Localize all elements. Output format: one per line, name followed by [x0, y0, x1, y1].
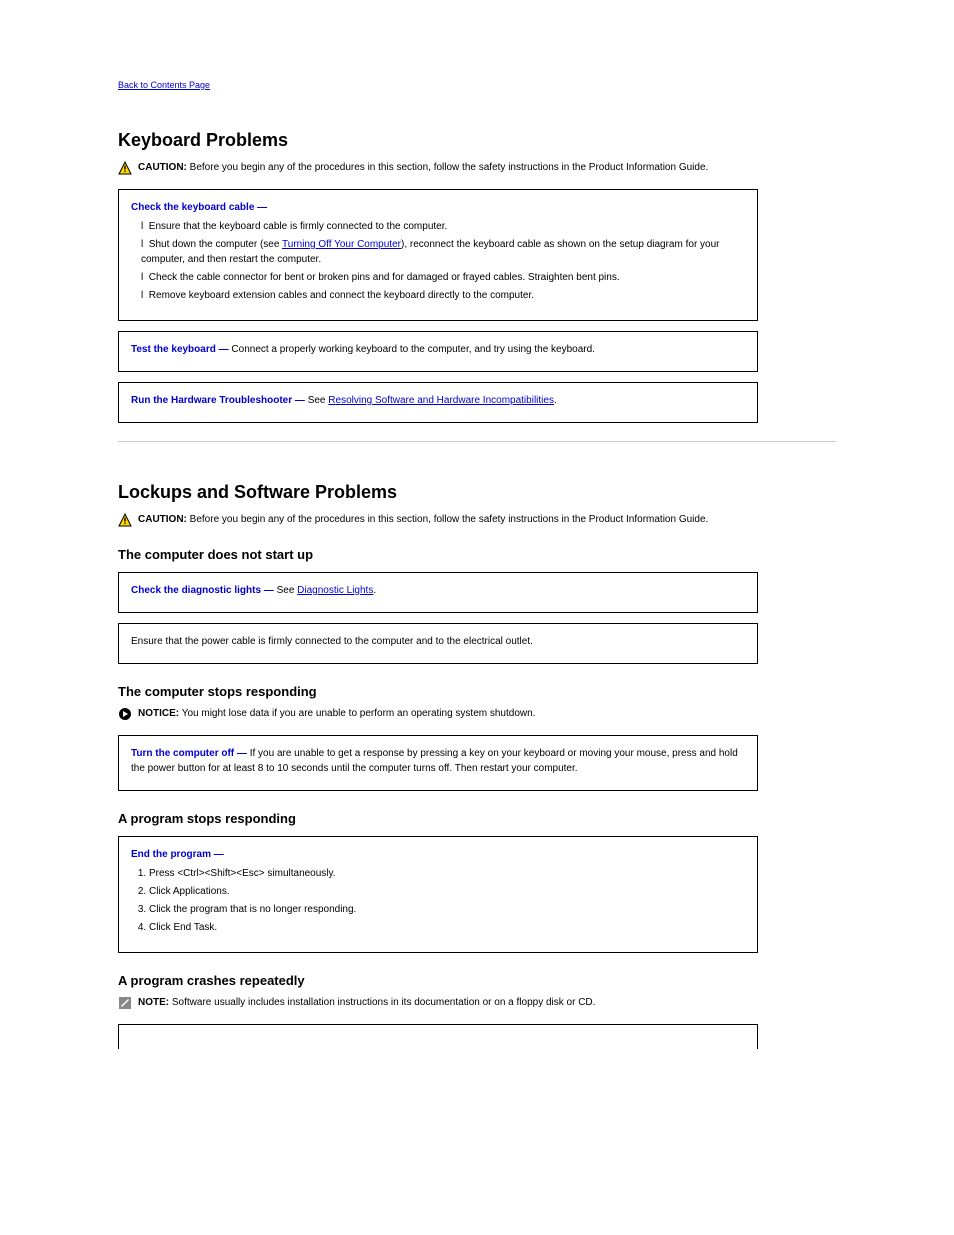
lead-check-diag-lights: Check the diagnostic lights —: [131, 585, 274, 596]
list-item: l Remove keyboard extension cables and c…: [131, 288, 745, 303]
notice-data-loss: NOTICE: You might lose data if you are u…: [118, 707, 836, 721]
subheading-program-crashes: A program crashes repeatedly: [118, 973, 836, 988]
list-item: l Ensure that the keyboard cable is firm…: [131, 219, 745, 234]
list-item: l Shut down the computer (see Turning Of…: [131, 237, 745, 267]
text-power-cable: Ensure that the power cable is firmly co…: [131, 636, 533, 647]
lead-check-keyboard-cable: Check the keyboard cable —: [131, 202, 267, 213]
note-body: Software usually includes installation i…: [172, 997, 596, 1008]
text-test-keyboard: Connect a properly working keyboard to t…: [231, 344, 595, 355]
notice-body: You might lose data if you are unable to…: [182, 708, 536, 719]
caution-icon: [118, 161, 132, 175]
note-label: NOTE:: [138, 997, 169, 1008]
notice-icon: [118, 707, 132, 721]
box-run-hardware-troubleshooter: Run the Hardware Troubleshooter — See Re…: [118, 382, 758, 423]
note-software-install: NOTE: Software usually includes installa…: [118, 996, 836, 1010]
document-page: Back to Contents Page Keyboard Problems …: [0, 0, 954, 1235]
box-check-keyboard-cable: Check the keyboard cable — l Ensure that…: [118, 189, 758, 321]
lead-test-keyboard: Test the keyboard —: [131, 344, 229, 355]
box-cut-off: [118, 1024, 758, 1049]
link-turning-off-computer[interactable]: Turning Off Your Computer: [282, 239, 401, 250]
heading-lockups: Lockups and Software Problems: [118, 482, 836, 503]
caution-text: CAUTION: Before you begin any of the pro…: [138, 161, 708, 175]
notice-label: NOTICE:: [138, 708, 179, 719]
box-check-diag-lights: Check the diagnostic lights — See Diagno…: [118, 572, 758, 613]
lead-hardware-troubleshooter: Run the Hardware Troubleshooter —: [131, 395, 305, 406]
note-text: NOTE: Software usually includes installa…: [138, 996, 595, 1010]
box-turn-off: Turn the computer off — If you are unabl…: [118, 735, 758, 791]
list-item: l Check the cable connector for bent or …: [131, 270, 745, 285]
subheading-stops-responding: The computer stops responding: [118, 684, 836, 699]
see-label: See: [308, 395, 329, 406]
link-diagnostic-lights[interactable]: Diagnostic Lights: [297, 585, 373, 596]
lead-turn-off: Turn the computer off —: [131, 748, 247, 759]
back-link-line: Back to Contents Page: [118, 80, 836, 90]
list-item: Click the program that is no longer resp…: [149, 902, 745, 917]
list-item: Click Applications.: [149, 884, 745, 899]
lead-end-program: End the program —: [131, 849, 224, 860]
end-program-steps: Press <Ctrl><Shift><Esc> simultaneously.…: [149, 866, 745, 935]
heading-keyboard-problems: Keyboard Problems: [118, 130, 836, 151]
caution-body: Before you begin any of the procedures i…: [190, 514, 709, 525]
caution-lockups: CAUTION: Before you begin any of the pro…: [118, 513, 836, 527]
caution-icon: [118, 513, 132, 527]
caution-label: CAUTION:: [138, 162, 187, 173]
subheading-no-start: The computer does not start up: [118, 547, 836, 562]
list-item: Press <Ctrl><Shift><Esc> simultaneously.: [149, 866, 745, 881]
box-power-cable: Ensure that the power cable is firmly co…: [118, 623, 758, 664]
caution-label: CAUTION:: [138, 514, 187, 525]
divider: [118, 441, 836, 442]
subheading-program-stops: A program stops responding: [118, 811, 836, 826]
caution-text: CAUTION: Before you begin any of the pro…: [138, 513, 708, 527]
box-end-program: End the program — Press <Ctrl><Shift><Es…: [118, 836, 758, 953]
back-to-contents-link[interactable]: Back to Contents Page: [118, 80, 210, 90]
caution-keyboard: CAUTION: Before you begin any of the pro…: [118, 161, 836, 175]
caution-body: Before you begin any of the procedures i…: [190, 162, 709, 173]
notice-text: NOTICE: You might lose data if you are u…: [138, 707, 535, 721]
note-icon: [118, 996, 132, 1010]
link-resolving-incompat[interactable]: Resolving Software and Hardware Incompat…: [328, 395, 554, 406]
list-item: Click End Task.: [149, 920, 745, 935]
box-test-keyboard: Test the keyboard — Connect a properly w…: [118, 331, 758, 372]
